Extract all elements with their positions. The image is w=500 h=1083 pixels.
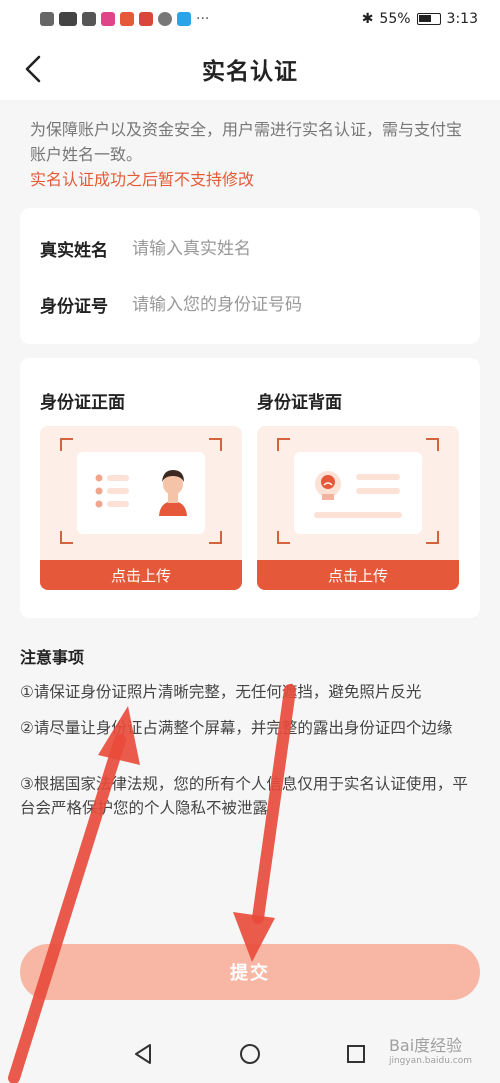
frame-corner	[277, 531, 290, 544]
nav-bar: 实名认证	[0, 38, 500, 100]
id-back-label: 身份证背面	[257, 393, 342, 413]
watermark-brand: Bai度经验	[388, 1036, 463, 1055]
frame-corner	[426, 531, 439, 544]
message-icon	[158, 12, 172, 26]
clock: 3:13	[446, 11, 478, 27]
id-upload-card: 身份证正面 身份证背面 点击上传 点击上传	[20, 358, 480, 618]
note-item: ①请保证身份证照片清晰完整，无任何遮挡，避免照片反光	[20, 683, 422, 701]
watermark-url: jingyan.baidu.com	[388, 1056, 472, 1066]
bluetooth-icon: ✱	[361, 11, 374, 27]
frame-corner	[209, 438, 222, 451]
intro-description: 为保障账户以及资金安全，用户需进行实名认证，需与支付宝账户姓名一致。	[30, 120, 463, 164]
nav-back-icon[interactable]	[132, 1043, 154, 1065]
frame-corner	[60, 531, 73, 544]
frame-corner	[209, 531, 222, 544]
id-back-upload-button[interactable]: 点击上传	[257, 560, 459, 590]
id-front-upload[interactable]: 点击上传	[40, 426, 242, 590]
id-back-upload[interactable]: 点击上传	[257, 426, 459, 590]
app-notification-icon	[139, 12, 153, 26]
frame-corner	[426, 438, 439, 451]
battery-percent: 55%	[379, 11, 411, 27]
frame-corner	[60, 438, 73, 451]
status-bar: ··· ✱ 55% 3:13	[0, 0, 500, 38]
status-icons: ···	[40, 11, 209, 27]
search-app-icon	[177, 12, 191, 26]
id-number-label: 身份证号	[40, 297, 108, 317]
page-title: 实名认证	[202, 59, 298, 85]
annotation-arrow	[8, 706, 140, 1083]
id-back-illustration	[294, 452, 422, 534]
id-front-upload-button[interactable]: 点击上传	[40, 560, 242, 590]
app-notification-icon	[101, 12, 115, 26]
note-item: ③根据国家法律法规，您的所有个人信息仅用于实名认证使用，平台会严格保护您的个人隐…	[20, 775, 468, 817]
note-item: ②请尽量让身份证占满整个屏幕，并完整的露出身份证四个边缘	[20, 719, 453, 737]
battery-icon	[416, 13, 441, 25]
frame-corner	[277, 438, 290, 451]
intro-warning: 实名认证成功之后暂不支持修改	[30, 170, 255, 189]
watermark: Bai度经验 jingyan.baidu.com	[389, 1032, 472, 1066]
id-number-input[interactable]	[132, 294, 452, 315]
notes-title: 注意事项	[20, 648, 85, 667]
chevron-left-icon	[25, 55, 41, 83]
real-name-input[interactable]	[132, 238, 452, 259]
app-notification-icon	[120, 12, 134, 26]
id-number-field: 身份证号	[40, 292, 452, 317]
identity-form-card: 真实姓名 身份证号	[20, 208, 480, 344]
more-icon: ···	[196, 11, 210, 27]
id-front-illustration	[77, 452, 205, 534]
real-name-field: 真实姓名	[40, 236, 452, 261]
real-name-label: 真实姓名	[40, 241, 108, 261]
nav-home-icon[interactable]	[239, 1043, 261, 1065]
hd-icon	[40, 12, 54, 26]
wifi-icon	[82, 12, 96, 26]
id-card-back-icon	[314, 471, 402, 518]
id-card-front-icon	[95, 470, 187, 516]
intro-text: 为保障账户以及资金安全，用户需进行实名认证，需与支付宝账户姓名一致。 实名认证成…	[30, 117, 470, 192]
id-front-label: 身份证正面	[40, 393, 125, 413]
nav-recents-icon[interactable]	[345, 1043, 367, 1065]
submit-button[interactable]: 提交	[20, 944, 480, 1000]
signal-icon	[59, 12, 77, 26]
back-button[interactable]	[18, 52, 48, 86]
